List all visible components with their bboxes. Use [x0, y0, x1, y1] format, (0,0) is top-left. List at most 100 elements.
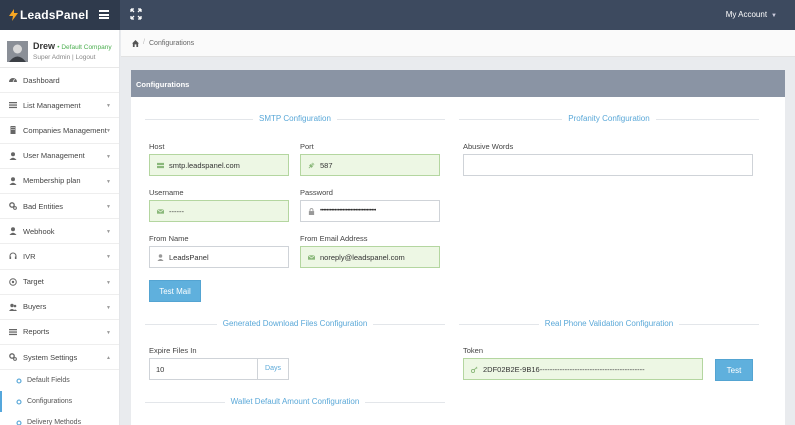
- sidebar-item-target[interactable]: Target ▼: [0, 270, 119, 295]
- user-icon: [9, 177, 17, 185]
- sidebar-item-label: User Management: [23, 151, 85, 161]
- breadcrumb: / Configurations: [121, 30, 795, 57]
- sidebar-subitem-label: Delivery Methods: [27, 419, 82, 425]
- chevron-down-icon: ▼: [106, 128, 111, 135]
- wallet-section-title: Wallet Default Amount Configuration: [145, 397, 445, 407]
- smtp-section-title: SMTP Configuration: [145, 114, 445, 124]
- breadcrumb-separator: /: [143, 39, 145, 46]
- dashboard-icon: [9, 76, 17, 84]
- token-test-button[interactable]: Test: [715, 359, 753, 381]
- abusive-words-label: Abusive Words: [463, 142, 514, 151]
- password-label: Password: [300, 188, 333, 197]
- chevron-down-icon: ▼: [106, 304, 111, 311]
- gear-icon: [16, 378, 22, 384]
- expire-files-field[interactable]: 10 Days: [149, 358, 289, 380]
- from-email-field[interactable]: noreply@leadspanel.com: [300, 246, 440, 268]
- port-label: Port: [300, 142, 314, 151]
- sidebar-item-label: Companies Management: [23, 125, 107, 135]
- home-icon[interactable]: [132, 40, 139, 47]
- configurations-panel: Configurations SMTP Configuration Host s…: [131, 70, 785, 425]
- list-icon: [9, 328, 17, 336]
- user-name: Drew: [33, 41, 56, 51]
- user-icon: [9, 227, 17, 236]
- sidebar-item-bad-entities[interactable]: Bad Entities ▼: [0, 194, 119, 220]
- port-field[interactable]: 587: [300, 154, 440, 176]
- token-label: Token: [463, 346, 484, 355]
- sidebar-item-webhook[interactable]: Webhook ▼: [0, 219, 119, 245]
- phone-validation-section-title: Real Phone Validation Configuration: [459, 319, 759, 329]
- downloads-section-title: Generated Download Files Configuration: [145, 319, 445, 329]
- key-icon: [471, 366, 478, 373]
- panel-title: Configurations: [131, 70, 785, 97]
- username-field[interactable]: ------: [149, 200, 289, 222]
- from-name-field[interactable]: LeadsPanel: [149, 246, 289, 268]
- server-icon: [157, 162, 164, 168]
- users-icon: [9, 303, 17, 311]
- sidebar-item-reports[interactable]: Reports ▼: [0, 320, 119, 346]
- profile-separator: |: [72, 54, 74, 61]
- brand-name: LeadsPanel: [20, 8, 89, 22]
- abusive-words-field[interactable]: [463, 154, 753, 176]
- sidebar-item-ivr[interactable]: IVR ▼: [0, 244, 119, 270]
- sidebar-item-label: Buyers: [23, 302, 47, 312]
- chevron-down-icon: ▼: [106, 279, 111, 286]
- account-label: My Account: [725, 10, 768, 19]
- chevron-down-icon: ▼: [106, 329, 111, 336]
- logout-link[interactable]: Logout: [76, 54, 96, 61]
- chevron-down-icon: ▼: [106, 229, 111, 236]
- cogs-icon: [9, 353, 17, 362]
- sidebar-item-label: IVR: [23, 251, 36, 261]
- host-label: Host: [149, 142, 165, 151]
- sidebar-item-membership-plan[interactable]: Membership plan ▼: [0, 169, 119, 194]
- sidebar-item-label: Reports: [23, 327, 50, 337]
- gear-icon: [16, 420, 22, 425]
- password-field[interactable]: •••••••••••••••••••••••••••••••••••: [300, 200, 440, 222]
- target-icon: [9, 277, 17, 286]
- sidebar-item-list-management[interactable]: List Management ▼: [0, 93, 119, 119]
- sidebar-item-label: System Settings: [23, 352, 78, 362]
- sidebar-subitem-default-fields[interactable]: Default Fields: [0, 370, 119, 391]
- host-field[interactable]: smtp.leadspanel.com: [149, 154, 289, 176]
- chevron-down-icon: ▼: [106, 203, 111, 210]
- sidebar-item-companies-management[interactable]: Companies Management ▼: [0, 118, 119, 144]
- cogs-icon: [9, 202, 17, 210]
- lock-icon: [308, 207, 315, 215]
- sidebar-item-user-management[interactable]: User Management ▼: [0, 144, 119, 169]
- sidebar-item-dashboard[interactable]: Dashboard: [0, 68, 119, 94]
- expire-unit: Days: [257, 359, 288, 379]
- user-profile: Drew • Default Company Super Admin | Log…: [0, 30, 119, 68]
- top-navbar: LeadsPanel My Account ▼: [0, 0, 795, 30]
- menu-toggle-icon[interactable]: [99, 10, 109, 19]
- test-mail-button[interactable]: Test Mail: [149, 280, 201, 302]
- sidebar-subnav: Default Fields Configurations Delivery Met…: [0, 370, 119, 425]
- profanity-section-title: Profanity Configuration: [459, 114, 759, 124]
- sidebar-item-label: Dashboard: [23, 75, 60, 85]
- username-label: Username: [149, 188, 184, 197]
- chevron-up-icon: ▲: [106, 355, 111, 362]
- fullscreen-icon[interactable]: [130, 8, 142, 20]
- gear-icon: [16, 399, 22, 405]
- chevron-down-icon: ▼: [106, 254, 111, 261]
- sidebar-item-label: Membership plan: [23, 176, 81, 186]
- company-name[interactable]: Default Company: [61, 44, 111, 51]
- sidebar-item-buyers[interactable]: Buyers ▼: [0, 295, 119, 320]
- chevron-down-icon: ▼: [106, 153, 111, 160]
- logo-icon: [9, 9, 18, 21]
- expire-files-label: Expire Files In: [149, 346, 197, 355]
- user-role: Super Admin: [33, 54, 71, 61]
- breadcrumb-current: Configurations: [149, 40, 195, 47]
- token-field[interactable]: 2DF02B2E-9B16---------------------------…: [463, 358, 703, 380]
- chevron-down-icon: ▼: [771, 13, 777, 19]
- brand[interactable]: LeadsPanel: [0, 0, 120, 30]
- sidebar-item-label: Bad Entities: [23, 201, 64, 211]
- account-menu[interactable]: My Account ▼: [726, 10, 777, 19]
- avatar: [7, 41, 28, 62]
- sidebar-item-label: List Management: [23, 100, 81, 110]
- sidebar-item-system-settings[interactable]: System Settings ▲: [0, 345, 119, 371]
- from-name-label: From Name: [149, 234, 189, 243]
- headset-icon: [9, 252, 17, 260]
- from-email-label: From Email Address: [300, 234, 368, 243]
- sidebar-subitem-configurations[interactable]: Configurations: [0, 391, 119, 413]
- plug-icon: [308, 162, 315, 168]
- sidebar-subitem-delivery-methods[interactable]: Delivery Methods: [0, 412, 119, 425]
